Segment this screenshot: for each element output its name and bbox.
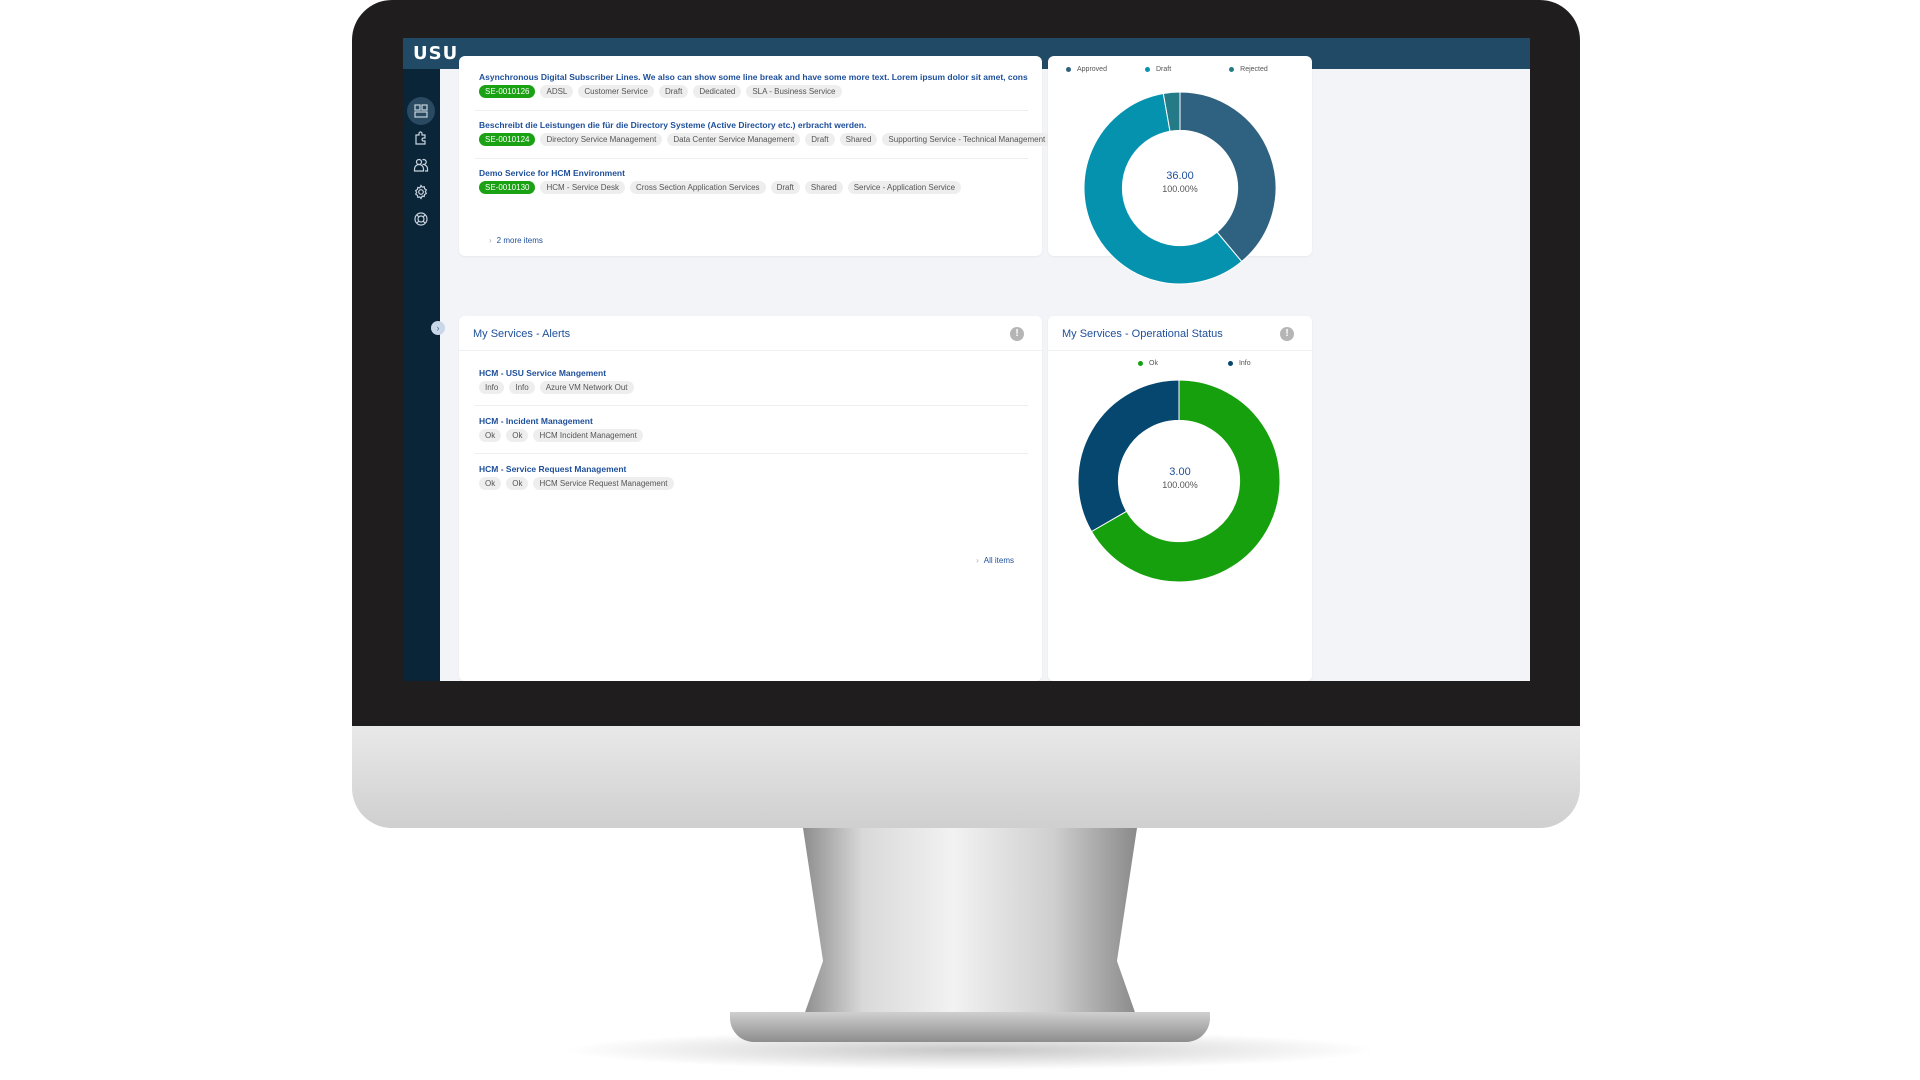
tag: Draft (770, 181, 800, 194)
alert-item[interactable]: HCM - USU Service Mangement Info Info Az… (479, 368, 1028, 394)
donut-center-label: 36.00 100.00% (1048, 170, 1312, 194)
more-items-link[interactable]: › 2 more items (489, 236, 543, 245)
alert-item[interactable]: HCM - Incident Management Ok Ok HCM Inci… (479, 416, 1028, 442)
tag: HCM - Service Desk (540, 181, 625, 194)
info-icon[interactable]: ! (1010, 327, 1024, 341)
dashboard-icon (414, 104, 428, 118)
monitor-stand (803, 828, 1137, 1018)
list-item[interactable]: Beschreibt die Leistungen die für die Di… (479, 120, 1052, 146)
alert-title[interactable]: HCM - USU Service Mangement (479, 368, 1028, 378)
tag: Supporting Service - Technical Managemen… (882, 133, 1052, 146)
monitor-chin (352, 726, 1580, 828)
list-item[interactable]: Demo Service for HCM Environment SE-0010… (479, 168, 1028, 194)
alerts-card: My Services - Alerts ! HCM - USU Service… (459, 316, 1042, 681)
tag: Ok (506, 477, 529, 490)
tag: Ok (479, 477, 502, 490)
tag: Directory Service Management (540, 133, 663, 146)
alert-item[interactable]: HCM - Service Request Management Ok Ok H… (479, 464, 1028, 490)
services-list-card: Asynchronous Digital Subscriber Lines. W… (459, 56, 1052, 256)
tag: Dedicated (693, 85, 742, 98)
users-icon (413, 158, 429, 172)
sidebar (403, 69, 440, 681)
divider (1048, 350, 1312, 351)
legend-label-rejected[interactable]: Rejected (1240, 66, 1268, 73)
chevron-right-icon: › (489, 236, 492, 245)
donut-total-value: 36.00 (1166, 170, 1194, 182)
chart-legend: Ok Info (1138, 360, 1251, 367)
divider (475, 405, 1028, 406)
sidebar-item-settings[interactable] (407, 178, 435, 206)
service-title[interactable]: Demo Service for HCM Environment (479, 168, 1028, 178)
tag: Ok (506, 429, 529, 442)
tag: Draft (658, 85, 689, 98)
legend-dot-ok (1138, 361, 1143, 366)
tag: HCM Incident Management (533, 429, 643, 442)
sidebar-expand-button[interactable]: › (431, 321, 445, 335)
all-items-label: All items (983, 556, 1014, 565)
service-id-badge: SE-0010130 (479, 181, 536, 194)
legend-label-draft[interactable]: Draft (1156, 66, 1171, 73)
legend-dot-rejected (1229, 67, 1235, 72)
tag: HCM Service Request Management (533, 477, 674, 490)
legend-label-info[interactable]: Info (1239, 360, 1251, 367)
legend-label-approved[interactable]: Approved (1077, 66, 1107, 73)
sidebar-item-services[interactable] (407, 124, 435, 152)
tag: Data Center Service Management (667, 133, 801, 146)
tag: Customer Service (578, 85, 654, 98)
tag: Info (479, 381, 505, 394)
tag: SLA - Business Service (746, 85, 842, 98)
tag: Azure VM Network Out (539, 381, 634, 394)
legend-label-ok[interactable]: Ok (1149, 360, 1158, 367)
chart-legend: Approved Draft Rejected (1066, 66, 1268, 73)
operational-status-title: My Services - Operational Status (1062, 328, 1223, 340)
chevron-right-icon: › (976, 556, 979, 565)
divider (475, 453, 1028, 454)
service-id-badge: SE-0010124 (479, 133, 536, 146)
donut-slice-info[interactable] (1077, 379, 1180, 533)
list-item[interactable]: Asynchronous Digital Subscriber Lines. W… (479, 72, 1028, 98)
donut-total-percent: 100.00% (1162, 184, 1198, 194)
sidebar-item-support[interactable] (407, 205, 435, 233)
more-items-label: 2 more items (496, 236, 543, 245)
puzzle-icon (415, 131, 426, 145)
usu-logo[interactable]: USU (413, 43, 458, 64)
legend-dot-draft (1144, 67, 1150, 72)
donut-center-label: 3.00 100.00% (1048, 466, 1312, 490)
gear-icon (414, 184, 428, 200)
donut-total-value: 3.00 (1169, 466, 1191, 478)
app-screen: USU › Asynchronous Digital Subscriber Li… (403, 38, 1530, 681)
tag: Shared (839, 133, 878, 146)
legend-dot-info (1227, 361, 1233, 366)
service-id-badge: SE-0010126 (479, 85, 536, 98)
tag: Cross Section Application Services (629, 181, 766, 194)
info-icon[interactable]: ! (1280, 327, 1294, 341)
monitor-stand-base (730, 1012, 1210, 1042)
tag: Draft (805, 133, 835, 146)
tag: Info (509, 381, 535, 394)
alerts-card-title: My Services - Alerts (473, 328, 571, 340)
all-items-link[interactable]: › All items (976, 556, 1014, 565)
divider (459, 350, 1042, 351)
legend-dot-approved (1066, 67, 1071, 72)
service-status-card: Approved Draft Rejected 36.00 100.00% (1048, 56, 1312, 285)
tag: Ok (479, 429, 502, 442)
service-title[interactable]: Asynchronous Digital Subscriber Lines. W… (479, 72, 1028, 82)
donut-total-percent: 100.00% (1162, 480, 1198, 490)
alert-title[interactable]: HCM - Incident Management (479, 416, 1028, 426)
lifebuoy-icon (414, 212, 428, 226)
alert-title[interactable]: HCM - Service Request Management (479, 464, 1028, 474)
service-title[interactable]: Beschreibt die Leistungen die für die Di… (479, 120, 1028, 130)
tag: Shared (804, 181, 843, 194)
sidebar-item-users[interactable] (407, 151, 435, 179)
divider (475, 158, 1028, 159)
tag: ADSL (540, 85, 574, 98)
sidebar-item-dashboard[interactable] (407, 97, 435, 125)
tag: Service - Application Service (847, 181, 962, 194)
operational-status-card: My Services - Operational Status ! Ok In… (1048, 316, 1312, 681)
divider (475, 110, 1028, 111)
